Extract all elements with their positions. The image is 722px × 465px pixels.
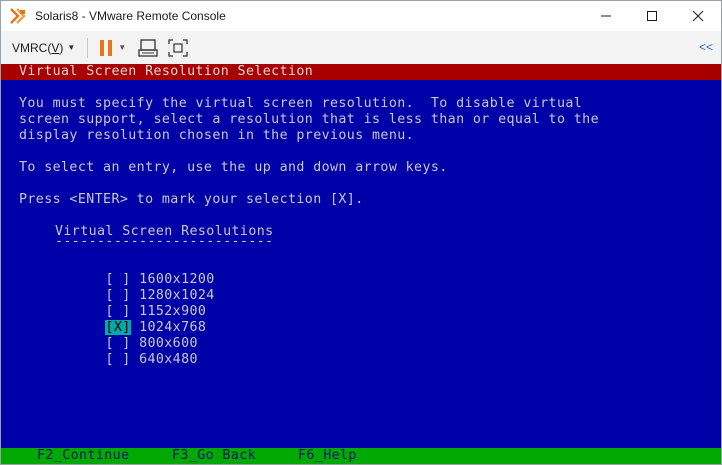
send-ctrl-alt-del-icon bbox=[138, 38, 158, 57]
maximize-icon bbox=[647, 11, 657, 21]
window-title: Solaris8 - VMware Remote Console bbox=[35, 9, 226, 23]
minimize-icon bbox=[601, 15, 611, 17]
send-ctrl-alt-del-button[interactable] bbox=[138, 36, 158, 60]
maximize-button[interactable] bbox=[629, 1, 675, 31]
title-bar[interactable]: Solaris8 - VMware Remote Console bbox=[1, 1, 721, 31]
instruction-enter: Press <ENTER> to mark your selection [X]… bbox=[19, 192, 364, 207]
minimize-button[interactable] bbox=[583, 1, 629, 31]
resolution-label: 640x480 bbox=[139, 352, 198, 367]
toolbar: VMRC(V) ▼ ▼ << bbox=[1, 31, 721, 65]
console-footer-bar: F2_Continue F3_Go Back F6_Help bbox=[1, 448, 721, 464]
close-button[interactable] bbox=[675, 1, 721, 31]
pause-button[interactable] bbox=[98, 36, 114, 60]
console-header-bar: Virtual Screen Resolution Selection bbox=[1, 64, 721, 80]
f6-help-key[interactable]: F6_Help bbox=[298, 448, 357, 464]
fullscreen-icon bbox=[168, 38, 188, 57]
resolution-option-640x480[interactable]: [ ] 640x480 bbox=[55, 336, 198, 384]
collapse-toolbar-button[interactable]: << bbox=[699, 40, 713, 54]
vm-console[interactable]: Virtual Screen Resolution Selection You … bbox=[1, 64, 721, 464]
vmware-icon bbox=[9, 7, 27, 25]
vmrc-window: Solaris8 - VMware Remote Console VMRC(V)… bbox=[0, 0, 722, 465]
intro-line-3: display resolution chosen in the previou… bbox=[19, 128, 415, 143]
vmrc-menu-button[interactable]: VMRC(V) ▼ bbox=[12, 41, 75, 55]
fullscreen-button[interactable] bbox=[168, 36, 188, 60]
console-header-title: Virtual Screen Resolution Selection bbox=[19, 64, 314, 79]
instruction-arrow-keys: To select an entry, use the up and down … bbox=[19, 160, 448, 175]
intro-line-2: screen support, select a resolution that… bbox=[19, 112, 599, 127]
toolbar-divider bbox=[87, 37, 89, 58]
chevron-down-icon: ▼ bbox=[118, 43, 127, 52]
f2-continue-key[interactable]: F2_Continue bbox=[37, 448, 129, 464]
chevron-down-icon: ▼ bbox=[67, 43, 76, 52]
vmrc-menu-label: VMRC(V) bbox=[12, 40, 64, 55]
resolution-checkbox[interactable]: [ ] bbox=[105, 352, 130, 367]
f3-go-back-key[interactable]: F3_Go Back bbox=[172, 448, 256, 464]
pause-dropdown-button[interactable]: ▼ bbox=[118, 36, 126, 60]
close-icon bbox=[692, 10, 704, 22]
intro-line-1: You must specify the virtual screen reso… bbox=[19, 96, 583, 111]
pause-icon bbox=[100, 39, 113, 56]
list-underline: -------------------------- bbox=[55, 234, 274, 249]
